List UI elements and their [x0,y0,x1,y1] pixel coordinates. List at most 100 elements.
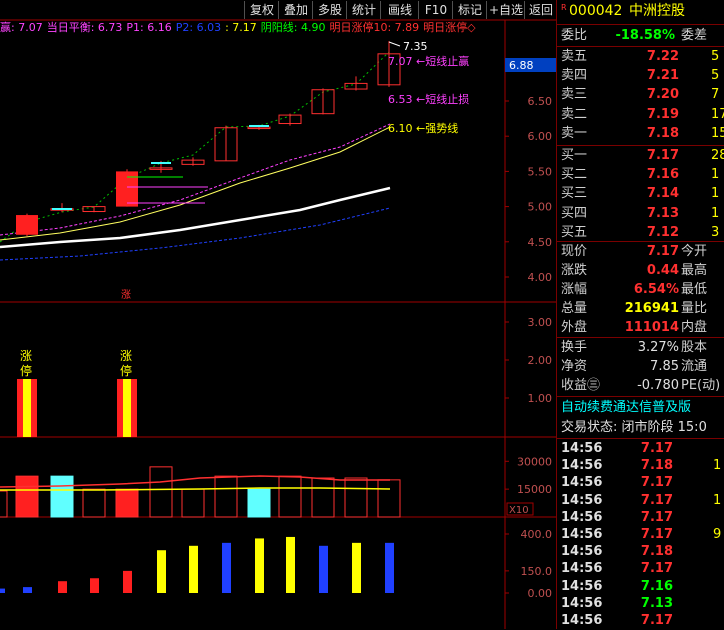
price-tick-label: 6.00 [528,130,553,143]
volume-bar [0,490,8,518]
stat-row: 总量 216941 量比 [561,300,724,318]
bid-price: 7.17 [646,148,679,163]
quote-panel: R 000042 中洲控股 委比 -18.58% 委差 卖五 7.22 5 卖四 7.2… [556,0,724,629]
stat-row: 外盘 111014 内盘 [561,319,724,337]
stat-row: 涨幅 6.54% 最低 [561,281,724,299]
kline-chart[interactable]: 6.50 6.00 5.50 5.00 4.50 4.00 6.88 7.357.07 ←短线… [0,0,556,629]
macd-bar [286,536,295,593]
volume-bar [50,475,74,518]
limit-bar-core [23,379,31,437]
tick-price: 7.17 [640,527,673,542]
tick-volume: 1 [713,492,722,508]
weibi-label: 委比 [561,28,588,43]
stat-label: 涨跌 [561,263,588,278]
bid-label: 买四 [561,205,588,221]
tick-time: 14:56 [561,492,603,508]
tick-time: 14:56 [561,595,603,611]
weicha-label: 委差 [681,28,708,43]
bid-label: 买三 [561,186,588,202]
ma-green-line [0,51,390,243]
stat-value: 7.17 [646,244,679,259]
ma-blue-line [0,207,391,261]
tick-time: 14:56 [561,458,603,474]
tick-row: 14:56 7.17 [561,560,724,578]
tick-time: 14:56 [561,578,603,594]
stock-header: R 000042 中洲控股 [561,2,724,22]
tick-price: 7.17 [640,492,673,508]
stat-label: 净资 [561,359,588,374]
ask-label: 卖二 [561,106,588,122]
limit-tick-label: 3.00 [528,316,553,329]
volume-bar [15,475,39,518]
high-price-label: 7.35 [403,40,428,53]
tick-price: 7.17 [640,613,673,628]
ask-label: 卖四 [561,68,588,84]
tick-row: 14:56 7.13 [561,595,724,613]
macd-tick-label: 400.0 [521,528,553,541]
stat-value: 216941 [624,301,679,316]
current-price-label: 6.88 [509,59,534,72]
tick-price: 7.17 [640,441,673,456]
stat-value: 3.27% [637,340,679,355]
stat-label-2: 内盘 [681,320,708,335]
tick-time: 14:56 [561,561,603,577]
bid-label: 买五 [561,224,588,240]
stat-row: 净资 7.85 流通 [561,358,724,376]
ask-volume: 5 [711,49,720,64]
ask-volume: 15 [711,125,724,141]
ma-white-line [0,186,391,249]
macd-tick-label: 0.00 [528,587,553,600]
tick-volume: 1 [713,458,722,474]
bid-volume: 1 [711,205,720,221]
ask-row: 卖一 7.18 15 [561,125,724,143]
bid-volume: 1 [711,186,720,202]
ask-row: 卖四 7.21 5 [561,67,724,85]
stat-label: 现价 [561,244,588,259]
macd-bar [319,545,328,593]
limit-label-top: 涨 [20,348,32,363]
ma-pink-line [0,123,391,236]
ask-volume: 5 [711,68,720,84]
stat-label: 涨幅 [561,282,588,297]
volume-bar [181,488,205,518]
stat-row: 换手 3.27% 股本 [561,339,724,357]
limit-tick-label: 1.00 [528,392,553,405]
bid-volume: 1 [711,167,720,183]
ask-price: 7.20 [646,87,679,103]
stat-row: 现价 7.17 今开 [561,243,724,261]
stat-label: 收益㊂ [561,378,601,393]
ask-volume: 17 [711,106,724,122]
bid-price: 7.12 [646,224,679,240]
bid-price: 7.14 [646,186,679,202]
tick-row: 14:56 7.17 1 [561,492,724,510]
tick-time: 14:56 [561,441,603,456]
macd-bar [90,578,99,593]
macd-bar [123,570,132,593]
limit-bar-core [123,379,131,437]
stat-label-2: 流通 [681,359,708,374]
stat-label: 总量 [561,301,588,316]
stat-label-2: 今开 [681,244,708,259]
candle-body-limit [16,215,38,235]
stat-value: 111014 [624,320,679,335]
tick-price: 7.17 [640,509,673,525]
macd-bar [385,542,394,593]
trend-line-label: 6.10 ←强势线 [388,121,458,135]
trade-status: 交易状态: 闭市阶段 15:0 [561,420,707,435]
price-tick-label: 5.50 [528,165,553,178]
stat-value: 6.54% [633,282,679,297]
ask-price: 7.22 [646,49,679,64]
ad-banner[interactable]: 自动续费通达信普及版 [561,399,724,417]
bid-price: 7.13 [646,205,679,221]
volume-bar [377,479,401,518]
macd-bar [352,542,361,593]
tick-price: 7.17 [640,561,673,577]
tick-price: 7.17 [640,475,673,491]
bid-label: 买二 [561,167,588,183]
stat-row: 涨跌 0.44 最高 [561,262,724,280]
macd-tick-label: 150.0 [521,565,553,578]
bid-volume: 28 [711,148,724,163]
limit-label-bottom: 停 [20,363,32,378]
stat-row: 收益㊂ -0.780 PE(动) [561,377,724,395]
limit-tick-label: 2.00 [528,354,553,367]
